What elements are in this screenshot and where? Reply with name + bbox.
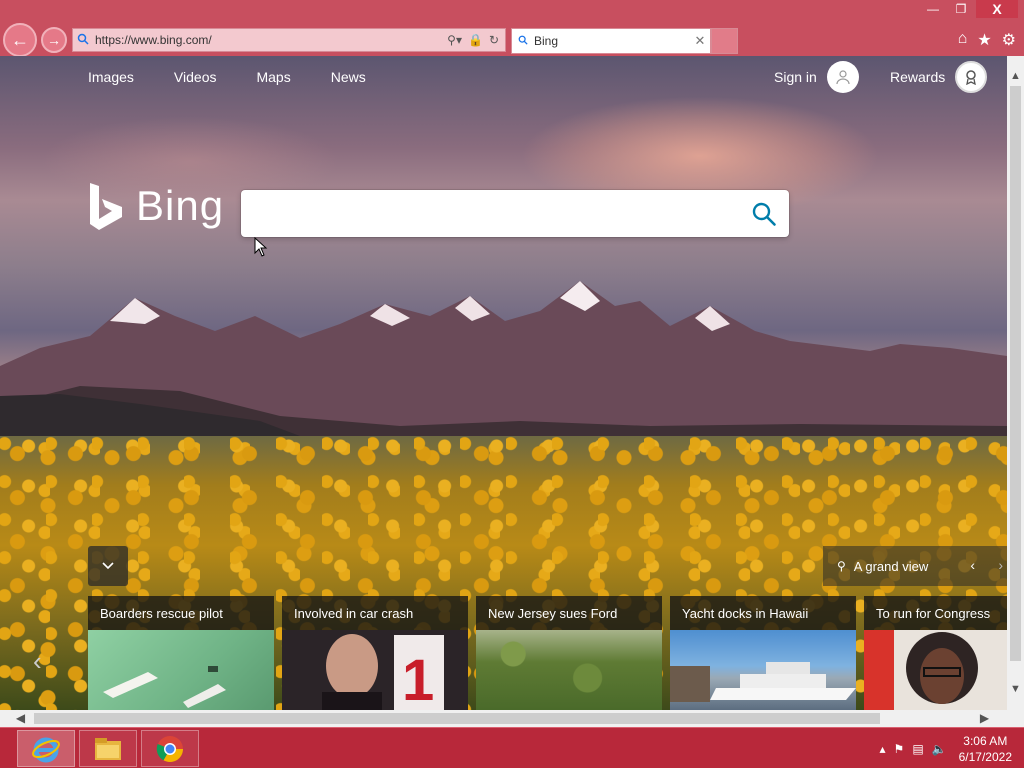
close-icon[interactable]: ✕ [690, 33, 710, 49]
news-card[interactable]: Yacht docks in Hawaii [670, 596, 856, 710]
news-card-title: Boarders rescue pilot [88, 596, 274, 630]
news-card-title: New Jersey sues Ford [476, 596, 662, 630]
clock-time: 3:06 AM [963, 733, 1008, 748]
scroll-thumb[interactable] [1010, 86, 1021, 661]
rewards-button[interactable]: Rewards [890, 61, 988, 93]
news-card[interactable]: Boarders rescue pilot [88, 596, 274, 710]
restore-button[interactable]: ❐ [948, 0, 974, 18]
nav-news[interactable]: News [331, 69, 366, 85]
rewards-label: Rewards [890, 69, 946, 85]
taskbar-file-explorer[interactable] [79, 730, 137, 767]
home-icon[interactable]: ⌂ [958, 30, 968, 50]
taskbar-chrome[interactable] [141, 730, 199, 767]
window-controls: — ❐ X [920, 0, 1018, 18]
arrow-left-icon: ← [11, 29, 29, 50]
vertical-scrollbar[interactable]: ▲ ▼ [1007, 56, 1024, 710]
browser-chrome: — ❐ X ← → https://www.bing.com/ ⚲▾ 🔒 ↻ B… [0, 0, 1024, 57]
clock[interactable]: 3:06 AM 6/17/2022 [955, 733, 1016, 765]
taskbar: ▴ ⚑ ▤ 🔈 3:06 AM 6/17/2022 [0, 727, 1024, 768]
address-tools: ⚲▾ 🔒 ↻ [447, 33, 505, 47]
search-icon [73, 33, 93, 48]
news-card[interactable]: Involved in car crash 1 [282, 596, 468, 710]
rewards-medal-icon [955, 61, 988, 93]
arrow-right-icon: → [47, 32, 61, 48]
avatar [826, 61, 859, 93]
chevron-up-icon[interactable]: ▴ [880, 742, 886, 756]
bing-logo-icon [90, 183, 122, 230]
nav-videos[interactable]: Videos [174, 69, 217, 85]
nav-images[interactable]: Images [88, 69, 134, 85]
mountain-range [0, 281, 1007, 456]
clock-date: 6/17/2022 [958, 749, 1012, 764]
nav-maps[interactable]: Maps [256, 69, 290, 85]
url-text[interactable]: https://www.bing.com/ [93, 33, 447, 47]
news-card-image [476, 630, 662, 710]
page-viewport: Images Videos Maps News Sign in Rewards … [0, 56, 1007, 710]
system-tray: ▴ ⚑ ▤ 🔈 3:06 AM 6/17/2022 [880, 730, 1016, 767]
news-card-title: Yacht docks in Hawaii [670, 596, 856, 630]
news-card-title: To run for Congress [864, 596, 1007, 630]
chevron-down-icon [102, 557, 114, 575]
sign-in-button[interactable]: Sign in [774, 61, 859, 93]
tab-title: Bing [534, 34, 559, 48]
scroll-thumb[interactable] [34, 713, 880, 724]
news-card[interactable]: New Jersey sues Ford [476, 596, 662, 710]
scroll-up-icon[interactable]: ▲ [1007, 68, 1024, 85]
chrome-icon [156, 735, 184, 762]
svg-text:1: 1 [402, 648, 434, 710]
browser-toolbar: ⌂ ★ ⚙ [958, 30, 1016, 50]
lock-icon[interactable]: 🔒 [468, 33, 483, 47]
new-tab-button[interactable] [711, 28, 738, 54]
search-icon [512, 35, 534, 48]
news-card-image [670, 630, 856, 710]
search-dropdown-icon[interactable]: ⚲▾ [447, 33, 462, 47]
bing-logo[interactable]: Bing [88, 181, 224, 231]
tab-bing[interactable]: Bing ✕ [511, 28, 711, 54]
carousel-prev-icon[interactable]: ‹ [33, 646, 42, 677]
news-card-image [88, 630, 274, 710]
network-icon[interactable]: ▤ [912, 742, 923, 756]
news-card[interactable]: To run for Congress [864, 596, 1007, 710]
refresh-icon[interactable]: ↻ [489, 33, 499, 47]
horizontal-scrollbar[interactable]: ◀ ▶ [0, 710, 1007, 727]
news-card-image: 1 [282, 630, 468, 710]
back-button[interactable]: ← [3, 23, 37, 57]
internet-explorer-icon [32, 737, 60, 762]
minimize-button[interactable]: — [920, 0, 946, 18]
star-icon[interactable]: ★ [977, 30, 991, 50]
scroll-down-icon[interactable]: ▼ [1007, 681, 1024, 698]
scrollbar-corner [1007, 710, 1024, 727]
mouse-cursor-icon [254, 236, 268, 262]
scroll-right-icon[interactable]: ▶ [976, 710, 993, 727]
bing-logo-text: Bing [136, 182, 225, 229]
image-info[interactable]: ⚲ A grand view ‹ › [823, 546, 1007, 586]
news-card-title: Involved in car crash [282, 596, 468, 630]
news-carousel: Boarders rescue pilot Involved in car cr… [88, 596, 1007, 710]
speaker-muted-icon[interactable]: 🔈 [932, 742, 947, 756]
search-icon [752, 202, 776, 226]
news-card-image [864, 630, 1007, 710]
search-box[interactable] [241, 190, 789, 237]
bing-top-nav: Images Videos Maps News [88, 69, 406, 85]
location-pin-icon: ⚲ [837, 559, 846, 573]
address-bar[interactable]: https://www.bing.com/ ⚲▾ 🔒 ↻ [72, 28, 506, 52]
close-button[interactable]: X [976, 0, 1018, 18]
scroll-left-icon[interactable]: ◀ [12, 710, 29, 727]
file-explorer-icon [95, 737, 121, 760]
forward-button[interactable]: → [41, 27, 67, 53]
chevron-right-icon[interactable]: › [998, 557, 1003, 573]
chevron-left-icon[interactable]: ‹ [970, 557, 975, 573]
search-button[interactable] [747, 197, 781, 231]
image-info-label: A grand view [853, 558, 929, 574]
gear-icon[interactable]: ⚙ [1002, 30, 1016, 50]
flag-icon[interactable]: ⚑ [894, 742, 905, 756]
search-input[interactable] [253, 200, 733, 226]
collapse-news-button[interactable] [88, 546, 128, 586]
taskbar-internet-explorer[interactable] [17, 730, 75, 767]
sign-in-label: Sign in [774, 69, 817, 85]
